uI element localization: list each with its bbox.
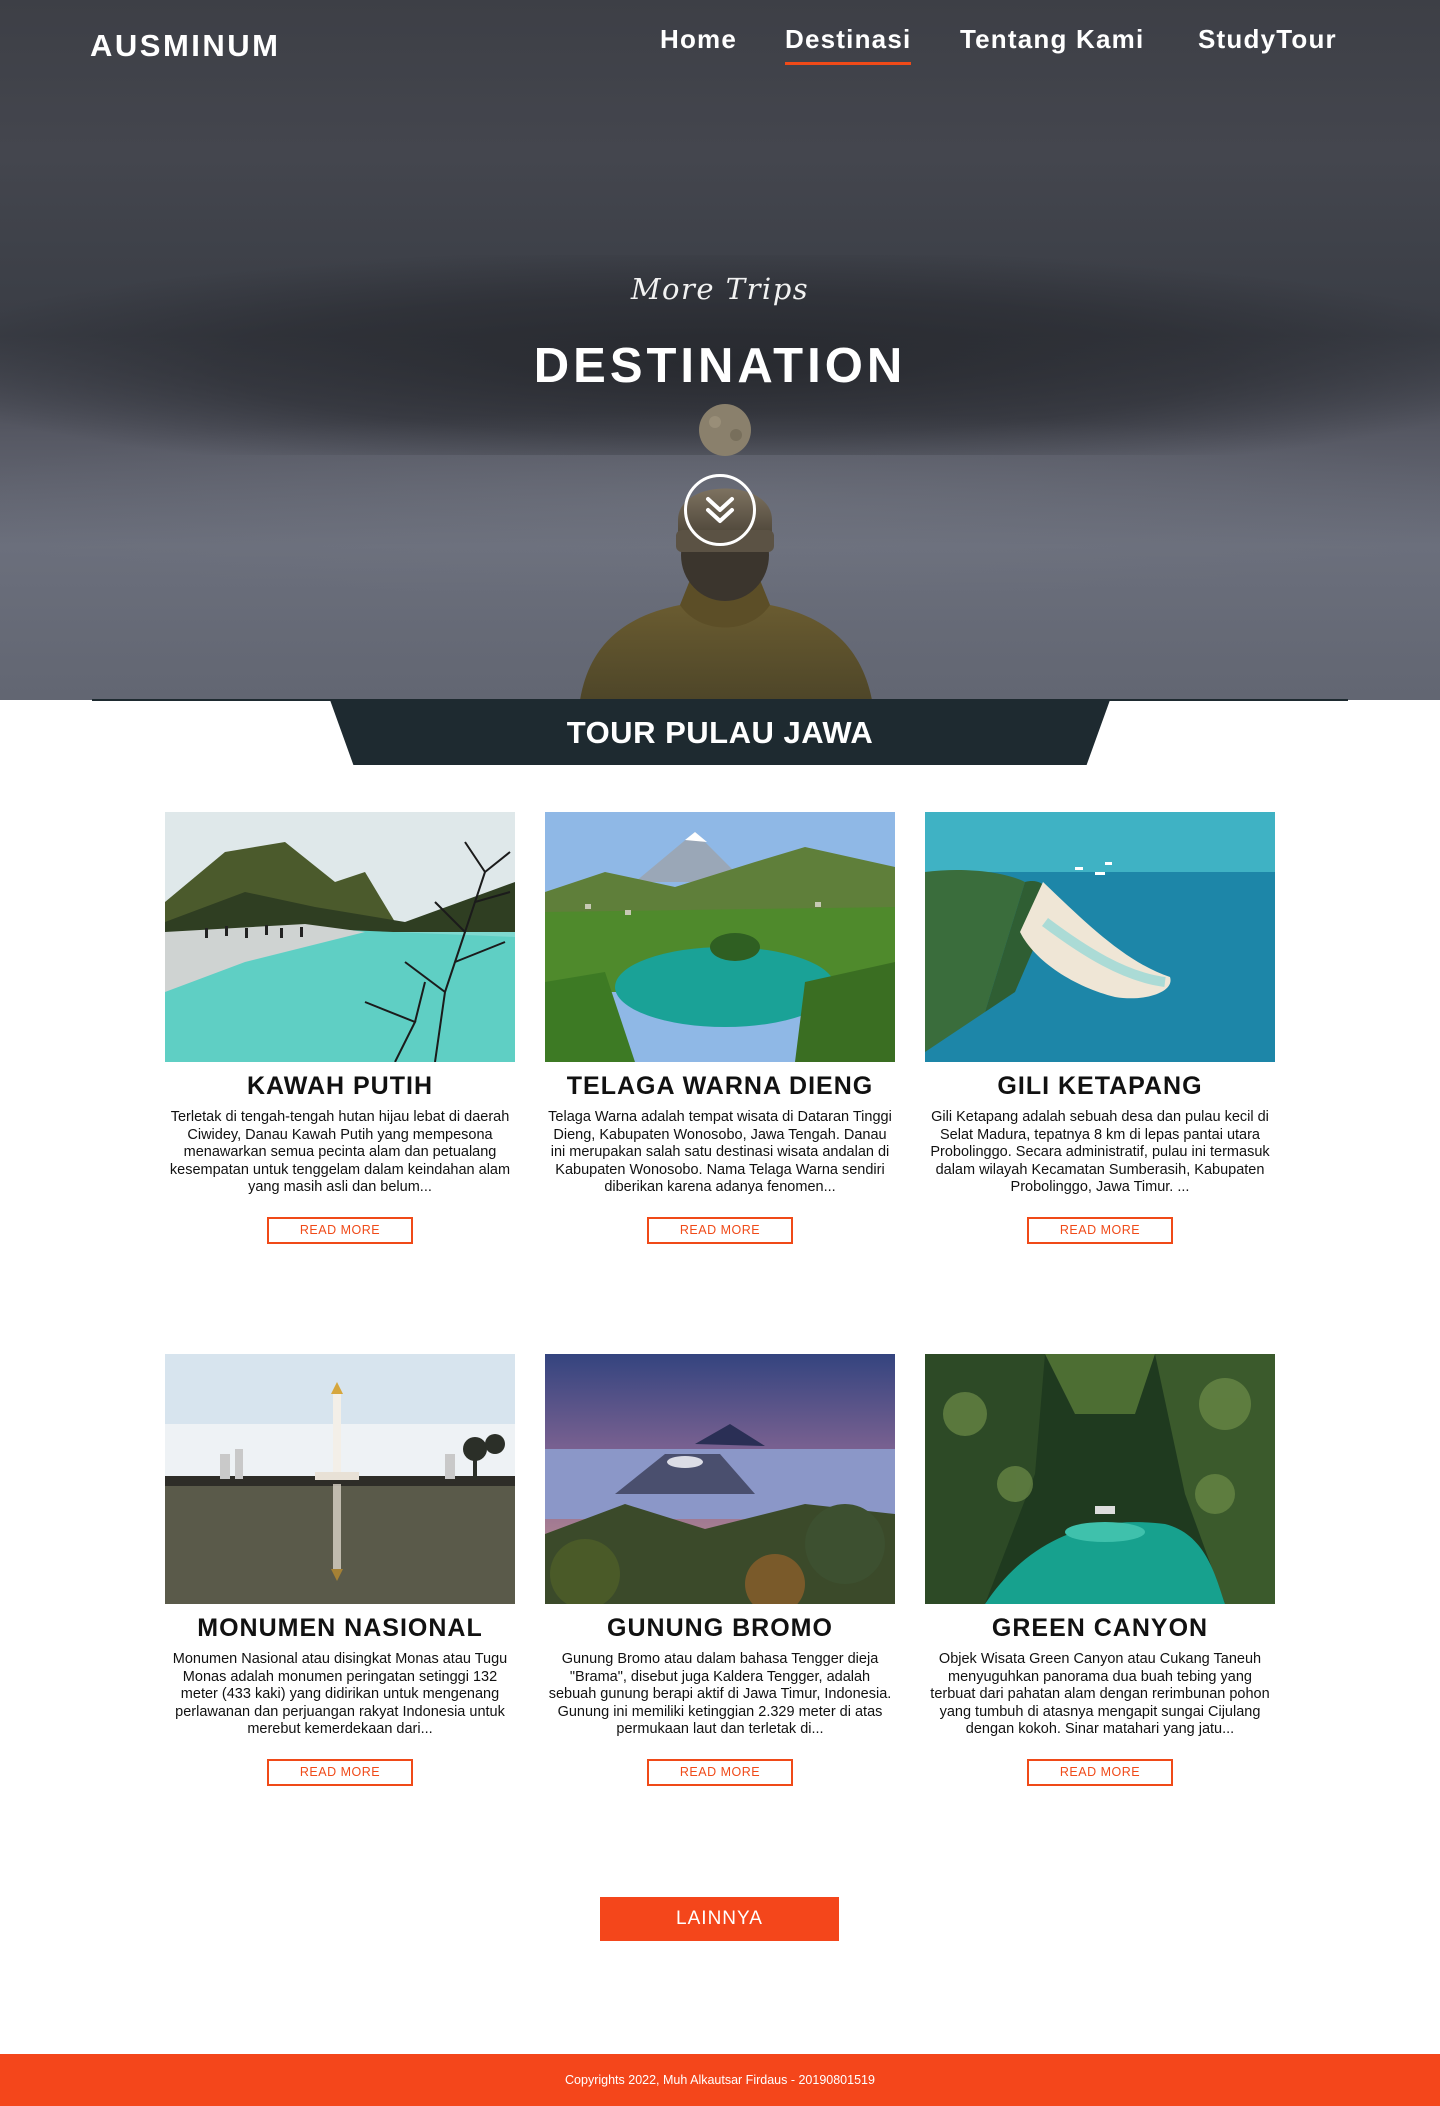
main-nav: Home Destinasi Tentang Kami StudyTour <box>0 24 1440 84</box>
hero-title: DESTINATION <box>533 339 907 393</box>
read-more-button[interactable]: READ MORE <box>267 1759 413 1786</box>
green-canyon-image <box>925 1354 1275 1604</box>
destination-card-monumen-nasional: MONUMEN NASIONAL Monumen Nasional atau d… <box>165 1354 515 1786</box>
hero-section: AUSMINUM Home Destinasi Tentang Kami Stu… <box>0 0 1440 700</box>
card-description: Telaga Warna adalah tempat wisata di Dat… <box>548 1109 892 1195</box>
card-description: Gili Ketapang adalah sebuah desa dan pul… <box>930 1109 1270 1195</box>
nav-destinasi[interactable]: Destinasi <box>785 24 912 65</box>
nav-tentang-kami[interactable]: Tentang Kami <box>960 24 1144 55</box>
card-title: TELAGA WARNA DIENG <box>566 1072 874 1100</box>
footer: Copyrights 2022, Muh Alkautsar Firdaus -… <box>0 2054 1440 2106</box>
read-more-button[interactable]: READ MORE <box>1027 1759 1173 1786</box>
section-title: TOUR PULAU JAWA <box>566 715 874 750</box>
scroll-down-button[interactable] <box>684 474 756 546</box>
gunung-bromo-image <box>545 1354 895 1604</box>
monumen-nasional-image <box>165 1354 515 1604</box>
card-title: GILI KETAPANG <box>997 1072 1203 1100</box>
gili-ketapang-image <box>925 812 1275 1062</box>
card-title: GREEN CANYON <box>991 1614 1209 1642</box>
card-description: Objek Wisata Green Canyon atau Cukang Ta… <box>930 1651 1270 1737</box>
card-description: Terletak di tengah-tengah hutan hijau le… <box>169 1109 511 1195</box>
lainnya-button[interactable]: LAINNYA <box>600 1897 839 1941</box>
read-more-button[interactable]: READ MORE <box>647 1217 793 1244</box>
read-more-button[interactable]: READ MORE <box>647 1759 793 1786</box>
card-description: Monumen Nasional atau disingkat Monas at… <box>172 1651 508 1737</box>
nav-studytour[interactable]: StudyTour <box>1198 24 1337 55</box>
read-more-button[interactable]: READ MORE <box>1027 1217 1173 1244</box>
destination-card-telaga-warna: TELAGA WARNA DIENG Telaga Warna adalah t… <box>545 812 895 1244</box>
kawah-putih-image <box>165 812 515 1062</box>
card-title: GUNUNG BROMO <box>607 1614 833 1642</box>
destination-card-gili-ketapang: GILI KETAPANG Gili Ketapang adalah sebua… <box>925 812 1275 1244</box>
card-description: Gunung Bromo atau dalam bahasa Tengger d… <box>548 1651 892 1737</box>
hero-subtitle: More Trips <box>630 272 810 306</box>
chevron-double-down-icon <box>706 497 734 523</box>
card-title: KAWAH PUTIH <box>247 1072 433 1100</box>
destination-card-green-canyon: GREEN CANYON Objek Wisata Green Canyon a… <box>925 1354 1275 1786</box>
footer-copyright: Copyrights 2022, Muh Alkautsar Firdaus -… <box>565 2073 875 2087</box>
read-more-button[interactable]: READ MORE <box>267 1217 413 1244</box>
destination-card-kawah-putih: KAWAH PUTIH Terletak di tengah-tengah hu… <box>165 812 515 1244</box>
nav-home[interactable]: Home <box>660 24 737 55</box>
card-title: MONUMEN NASIONAL <box>197 1614 483 1642</box>
telaga-warna-image <box>545 812 895 1062</box>
destination-card-gunung-bromo: GUNUNG BROMO Gunung Bromo atau dalam bah… <box>545 1354 895 1786</box>
